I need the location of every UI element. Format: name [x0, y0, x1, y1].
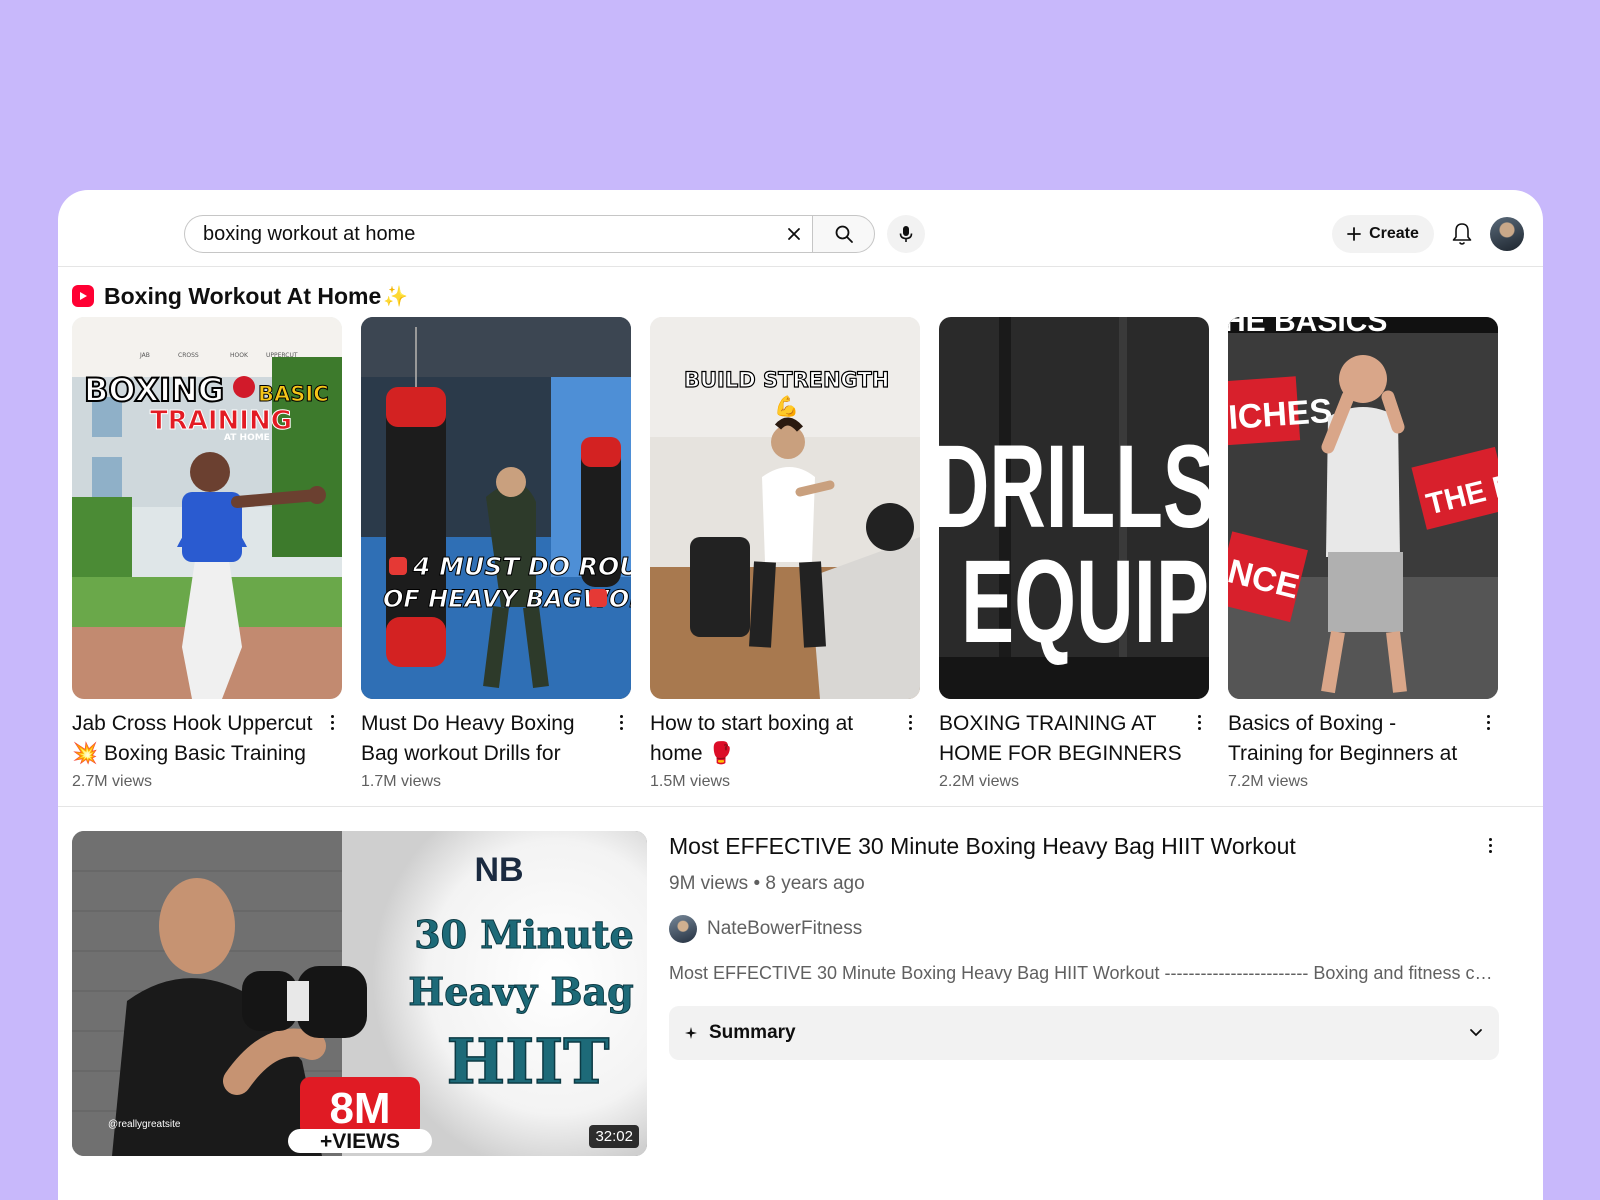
svg-text:HOOK: HOOK	[230, 352, 249, 359]
short-thumbnail[interactable]: DRILLS EQUIP	[939, 317, 1209, 699]
thumb-title: 30 Minute	[414, 912, 634, 957]
search-icon	[835, 225, 853, 243]
short-views: 2.2M views	[939, 773, 1020, 790]
browser-window: Create Boxing Workout At Home ✨	[58, 190, 1543, 1200]
video-thumbnail[interactable]: NB 30 Minute Heavy Bag HIIT 8M +VIEWS @r…	[72, 831, 647, 1156]
more-vert-icon	[1488, 832, 1492, 862]
short-card[interactable]: BUILD STRENGTH 💪 How to start boxing at …	[650, 317, 920, 791]
more-options-button[interactable]	[322, 709, 342, 739]
more-vert-icon	[1197, 709, 1201, 739]
short-card[interactable]: HE BASICS ICHES THE M NCE Basics of Boxi…	[1228, 317, 1498, 791]
close-icon	[788, 228, 800, 240]
thumb-text: 4 MUST DO ROUNDS	[412, 552, 631, 581]
short-thumbnail[interactable]: BUILD STRENGTH 💪	[650, 317, 920, 699]
video-more-options-button[interactable]	[1480, 832, 1500, 862]
video-duration: 32:02	[589, 1125, 639, 1148]
thumb-text: BOXING	[84, 371, 224, 409]
short-title[interactable]: BOXING TRAINING AT HOME FOR BEGINNERS (n…	[939, 709, 1209, 769]
chevron-down-icon	[1470, 1029, 1482, 1037]
svg-text:JAB: JAB	[139, 352, 150, 359]
short-views: 7.2M views	[1228, 773, 1309, 790]
views-badge-label: +VIEWS	[320, 1130, 400, 1153]
thumb-text: ICHES	[1228, 392, 1333, 437]
svg-text:💪: 💪	[774, 394, 799, 418]
plus-icon	[1347, 227, 1361, 241]
summary-expander[interactable]: Summary	[669, 1006, 1499, 1060]
notifications-button[interactable]	[1444, 216, 1480, 252]
more-vert-icon	[908, 709, 912, 739]
channel-name[interactable]: NateBowerFitness	[707, 918, 862, 940]
video-description: Most EFFECTIVE 30 Minute Boxing Heavy Ba…	[669, 963, 1499, 983]
shelf-title: Boxing Workout At Home	[104, 282, 382, 309]
microphone-icon	[899, 226, 913, 242]
user-avatar[interactable]	[1490, 217, 1524, 251]
create-label: Create	[1369, 225, 1419, 242]
short-card[interactable]: 4 MUST DO ROUNDS OF HEAVY BAGWORK Must D…	[361, 317, 631, 791]
short-card[interactable]: BOXING BASIC TRAINING AT HOME JAB CROSS …	[72, 317, 342, 791]
more-options-button[interactable]	[1189, 709, 1209, 739]
svg-text:CROSS: CROSS	[178, 352, 199, 359]
thumb-text: DRILLS	[939, 421, 1209, 553]
more-vert-icon	[330, 709, 334, 739]
svg-text:UPPERCUT: UPPERCUT	[266, 352, 298, 359]
search-input[interactable]	[185, 216, 774, 252]
short-thumbnail[interactable]: HE BASICS ICHES THE M NCE	[1228, 317, 1498, 699]
video-info: Most EFFECTIVE 30 Minute Boxing Heavy Ba…	[669, 830, 1499, 1060]
thumb-text: BUILD STRENGTH	[684, 368, 889, 392]
section-divider	[58, 806, 1543, 807]
sparkle-icon	[685, 1027, 697, 1039]
search-box	[184, 215, 814, 253]
thumb-title: HIIT	[447, 1025, 610, 1098]
short-thumbnail[interactable]: 4 MUST DO ROUNDS OF HEAVY BAGWORK	[361, 317, 631, 699]
channel-link[interactable]: NateBowerFitness	[669, 915, 1499, 943]
short-title[interactable]: Must Do Heavy Boxing Bag workout Drills …	[361, 709, 631, 769]
create-button[interactable]: Create	[1332, 215, 1434, 253]
bell-icon	[1452, 223, 1472, 245]
channel-logo: NB	[474, 851, 523, 889]
handle-watermark: @reallygreatsite	[108, 1119, 181, 1130]
short-title[interactable]: How to start boxing at home 🥊	[650, 709, 920, 769]
short-card[interactable]: DRILLS EQUIP BOXING TRAINING AT HOME FOR…	[939, 317, 1209, 791]
channel-avatar[interactable]	[669, 915, 697, 943]
summary-label: Summary	[709, 1022, 796, 1043]
short-thumbnail[interactable]: BOXING BASIC TRAINING AT HOME JAB CROSS …	[72, 317, 342, 699]
more-vert-icon	[1486, 709, 1490, 739]
short-views: 1.7M views	[361, 773, 442, 790]
top-bar: Create	[58, 190, 1543, 267]
short-views: 2.7M views	[72, 773, 153, 790]
search-button[interactable]	[812, 215, 875, 253]
shorts-icon	[72, 285, 94, 307]
clear-search-button[interactable]	[774, 216, 814, 252]
more-options-button[interactable]	[611, 709, 631, 739]
short-title[interactable]: Jab Cross Hook Uppercut 💥 Boxing Basic T…	[72, 709, 342, 769]
thumb-text: TRAINING	[150, 406, 292, 436]
more-options-button[interactable]	[900, 709, 920, 739]
thumb-text: AT HOME	[224, 433, 270, 443]
short-views: 1.5M views	[650, 773, 731, 790]
more-options-button[interactable]	[1478, 709, 1498, 739]
views-badge: 8M	[329, 1084, 390, 1133]
short-title[interactable]: Basics of Boxing - Training for Beginner…	[1228, 709, 1498, 769]
video-meta: 9M views • 8 years ago	[669, 873, 865, 894]
video-title[interactable]: Most EFFECTIVE 30 Minute Boxing Heavy Ba…	[669, 830, 1499, 862]
more-vert-icon	[619, 709, 623, 739]
sparkle-icon: ✨	[383, 285, 409, 308]
thumb-text: HE BASICS	[1228, 317, 1387, 338]
voice-search-button[interactable]	[887, 215, 925, 253]
thumb-text: EQUIP	[961, 536, 1209, 668]
thumb-title: Heavy Bag	[408, 969, 633, 1014]
thumb-text: BASIC	[258, 382, 329, 406]
shorts-shelf-header: Boxing Workout At Home ✨	[72, 281, 408, 311]
